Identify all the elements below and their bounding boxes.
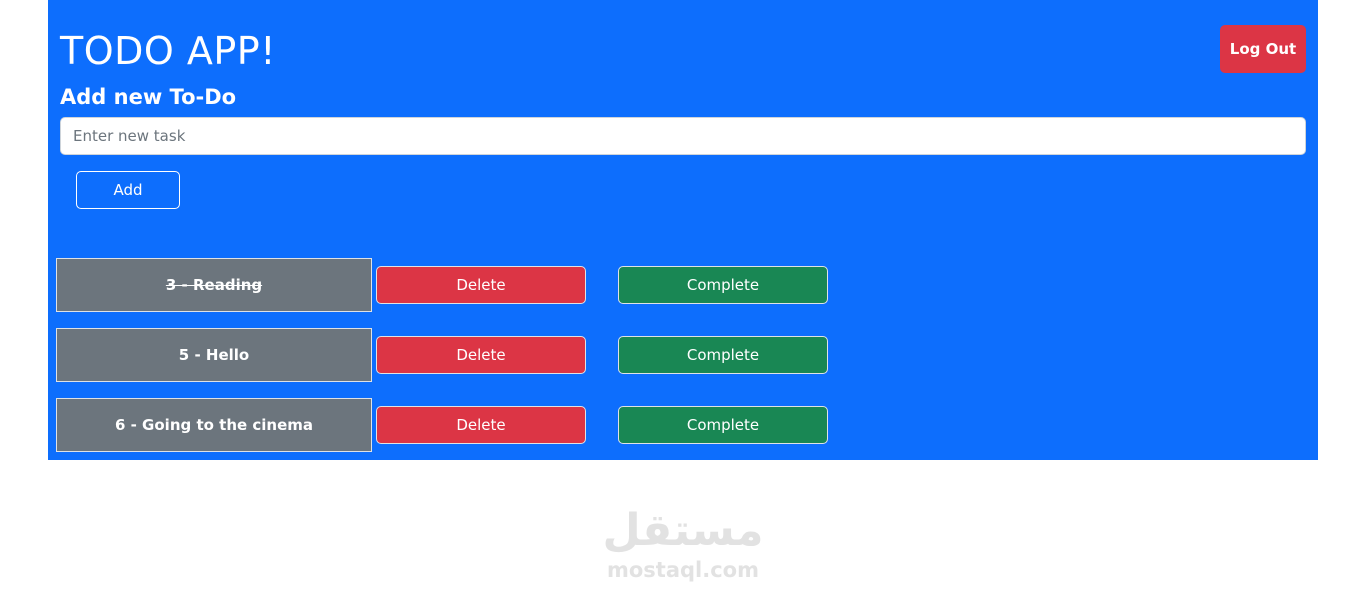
todo-item-label: 5 - Hello bbox=[56, 328, 372, 382]
add-task-button[interactable]: Add bbox=[76, 171, 180, 209]
delete-todo-button[interactable]: Delete bbox=[376, 336, 586, 374]
todo-item: 6 - Going to the cinema Delete Complete bbox=[56, 398, 836, 452]
todo-item-label: 3 - Reading bbox=[56, 258, 372, 312]
todo-list: 3 - Reading Delete Complete 5 - Hello De… bbox=[56, 258, 836, 468]
watermark-logo: مستقل mostaql.com bbox=[560, 505, 806, 583]
app-title: TODO APP! bbox=[60, 29, 276, 73]
todo-app-panel: TODO APP! Log Out Add new To-Do Add 3 - … bbox=[48, 0, 1318, 460]
todo-item: 5 - Hello Delete Complete bbox=[56, 328, 836, 382]
delete-todo-button[interactable]: Delete bbox=[376, 406, 586, 444]
new-task-input[interactable] bbox=[60, 117, 1306, 155]
complete-todo-button[interactable]: Complete bbox=[618, 266, 828, 304]
todo-item-label: 6 - Going to the cinema bbox=[56, 398, 372, 452]
watermark-latin-text: mostaql.com bbox=[607, 558, 759, 582]
complete-todo-button[interactable]: Complete bbox=[618, 336, 828, 374]
todo-item: 3 - Reading Delete Complete bbox=[56, 258, 836, 312]
delete-todo-button[interactable]: Delete bbox=[376, 266, 586, 304]
add-todo-heading: Add new To-Do bbox=[60, 85, 237, 109]
logout-button[interactable]: Log Out bbox=[1220, 25, 1306, 73]
complete-todo-button[interactable]: Complete bbox=[618, 406, 828, 444]
watermark-arabic-text: مستقل bbox=[602, 505, 764, 556]
